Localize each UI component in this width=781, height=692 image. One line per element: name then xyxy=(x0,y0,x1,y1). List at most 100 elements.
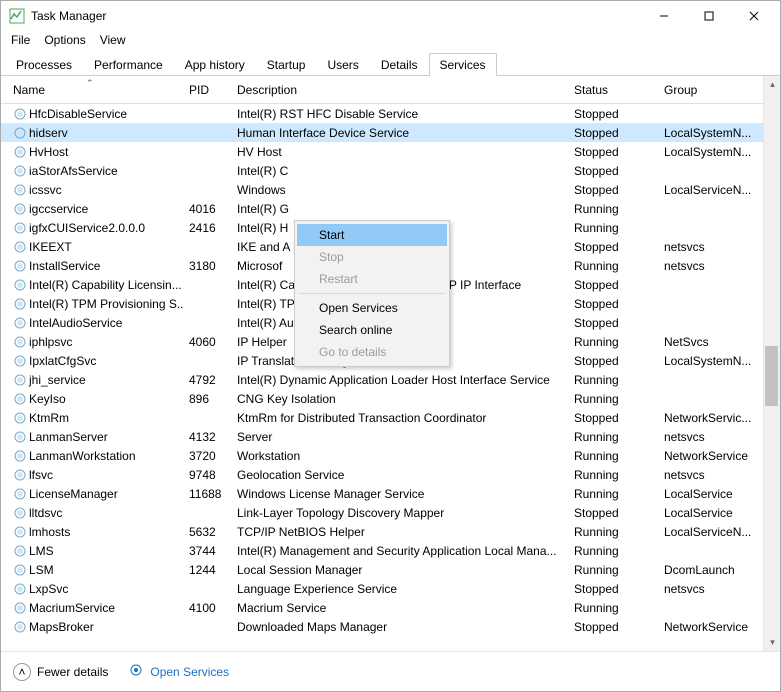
service-pid: 9748 xyxy=(183,468,231,482)
service-name: icssvc xyxy=(29,183,62,197)
service-name: HvHost xyxy=(29,145,68,159)
table-row[interactable]: HvHostHV HostStoppedLocalSystemN... xyxy=(1,142,780,161)
scroll-up-arrow[interactable]: ▴ xyxy=(764,76,780,93)
service-status: Running xyxy=(568,430,658,444)
service-name: LicenseManager xyxy=(29,487,118,501)
context-start[interactable]: Start xyxy=(297,224,447,246)
table-row[interactable]: KeyIso896CNG Key IsolationRunning xyxy=(1,389,780,408)
service-status: Running xyxy=(568,373,658,387)
context-go-to-details: Go to details xyxy=(297,341,447,363)
service-gear-icon xyxy=(13,468,27,482)
service-status: Running xyxy=(568,202,658,216)
col-header-description[interactable]: Description xyxy=(231,83,568,97)
service-status: Stopped xyxy=(568,183,658,197)
grid-header[interactable]: ⌃ Name PID Description Status Group xyxy=(1,76,780,104)
table-row[interactable]: LanmanServer4132ServerRunningnetsvcs xyxy=(1,427,780,446)
service-description: Human Interface Device Service xyxy=(231,126,568,140)
context-search-online[interactable]: Search online xyxy=(297,319,447,341)
context-stop: Stop xyxy=(297,246,447,268)
service-gear-icon xyxy=(13,449,27,463)
table-row[interactable]: jhi_service4792Intel(R) Dynamic Applicat… xyxy=(1,370,780,389)
service-gear-icon xyxy=(13,221,27,235)
tab-app-history[interactable]: App history xyxy=(174,53,256,76)
col-header-status[interactable]: Status xyxy=(568,83,658,97)
table-row[interactable]: iaStorAfsServiceIntel(R) CStopped xyxy=(1,161,780,180)
table-row[interactable]: hidservHuman Interface Device ServiceSto… xyxy=(1,123,780,142)
vertical-scrollbar[interactable]: ▴ ▾ xyxy=(763,76,780,651)
service-description: Local Session Manager xyxy=(231,563,568,577)
service-description: Intel(R) C xyxy=(231,164,568,178)
service-status: Stopped xyxy=(568,297,658,311)
service-name: LanmanWorkstation xyxy=(29,449,136,463)
service-name: LxpSvc xyxy=(29,582,68,596)
menu-bar: File Options View xyxy=(1,31,780,53)
service-description: Intel(R) Dynamic Application Loader Host… xyxy=(231,373,568,387)
service-name: jhi_service xyxy=(29,373,86,387)
menu-options[interactable]: Options xyxy=(44,33,85,47)
context-menu: Start Stop Restart Open Services Search … xyxy=(294,220,450,367)
service-status: Stopped xyxy=(568,620,658,634)
service-pid: 3720 xyxy=(183,449,231,463)
tab-users[interactable]: Users xyxy=(316,53,369,76)
col-header-name[interactable]: Name xyxy=(7,83,183,97)
menu-view[interactable]: View xyxy=(100,33,126,47)
col-header-group[interactable]: Group xyxy=(658,83,768,97)
minimize-button[interactable] xyxy=(641,2,686,30)
service-status: Running xyxy=(568,563,658,577)
table-row[interactable]: igccservice4016Intel(R) GRunning xyxy=(1,199,780,218)
table-row[interactable]: lfsvc9748Geolocation ServiceRunningnetsv… xyxy=(1,465,780,484)
table-row[interactable]: lmhosts5632TCP/IP NetBIOS HelperRunningL… xyxy=(1,522,780,541)
service-name: IpxlatCfgSvc xyxy=(29,354,96,368)
service-group: LocalSystemN... xyxy=(658,354,768,368)
col-header-pid[interactable]: PID xyxy=(183,83,231,97)
table-row[interactable]: lltdsvcLink-Layer Topology Discovery Map… xyxy=(1,503,780,522)
close-button[interactable] xyxy=(731,2,776,30)
service-status: Running xyxy=(568,449,658,463)
table-row[interactable]: KtmRmKtmRm for Distributed Transaction C… xyxy=(1,408,780,427)
service-description: Windows License Manager Service xyxy=(231,487,568,501)
service-group: NetworkService xyxy=(658,620,768,634)
service-name: LMS xyxy=(29,544,54,558)
service-description: TCP/IP NetBIOS Helper xyxy=(231,525,568,539)
service-name: Intel(R) Capability Licensin... xyxy=(29,278,182,292)
table-row[interactable]: icssvcWindowsStoppedLocalServiceN... xyxy=(1,180,780,199)
table-row[interactable]: LSM1244Local Session ManagerRunningDcomL… xyxy=(1,560,780,579)
scroll-down-arrow[interactable]: ▾ xyxy=(764,634,780,651)
fewer-details-link[interactable]: ˄ Fewer details xyxy=(13,663,108,681)
tab-processes[interactable]: Processes xyxy=(5,53,83,76)
service-gear-icon xyxy=(13,202,27,216)
service-group: LocalService xyxy=(658,487,768,501)
service-description: KtmRm for Distributed Transaction Coordi… xyxy=(231,411,568,425)
tab-startup[interactable]: Startup xyxy=(256,53,317,76)
tab-details[interactable]: Details xyxy=(370,53,429,76)
service-group: NetworkServic... xyxy=(658,411,768,425)
open-services-link[interactable]: Open Services xyxy=(128,662,229,681)
tab-performance[interactable]: Performance xyxy=(83,53,174,76)
context-open-services[interactable]: Open Services xyxy=(297,297,447,319)
service-group: LocalSystemN... xyxy=(658,145,768,159)
service-description: CNG Key Isolation xyxy=(231,392,568,406)
tab-services[interactable]: Services xyxy=(429,53,497,76)
service-pid: 4060 xyxy=(183,335,231,349)
service-name: lmhosts xyxy=(29,525,70,539)
service-group: netsvcs xyxy=(658,259,768,273)
service-status: Stopped xyxy=(568,145,658,159)
maximize-button[interactable] xyxy=(686,2,731,30)
service-name: igccservice xyxy=(29,202,88,216)
service-gear-icon xyxy=(13,126,27,140)
table-row[interactable]: HfcDisableServiceIntel(R) RST HFC Disabl… xyxy=(1,104,780,123)
scroll-thumb[interactable] xyxy=(765,346,778,406)
menu-file[interactable]: File xyxy=(11,33,30,47)
service-gear-icon xyxy=(13,506,27,520)
service-group: LocalServiceN... xyxy=(658,183,768,197)
service-status: Running xyxy=(568,487,658,501)
service-gear-icon xyxy=(13,582,27,596)
service-gear-icon xyxy=(13,278,27,292)
table-row[interactable]: MapsBrokerDownloaded Maps ManagerStopped… xyxy=(1,617,780,636)
service-pid: 2416 xyxy=(183,221,231,235)
table-row[interactable]: LanmanWorkstation3720WorkstationRunningN… xyxy=(1,446,780,465)
table-row[interactable]: LxpSvcLanguage Experience ServiceStopped… xyxy=(1,579,780,598)
table-row[interactable]: LMS3744Intel(R) Management and Security … xyxy=(1,541,780,560)
table-row[interactable]: MacriumService4100Macrium ServiceRunning xyxy=(1,598,780,617)
table-row[interactable]: LicenseManager11688Windows License Manag… xyxy=(1,484,780,503)
